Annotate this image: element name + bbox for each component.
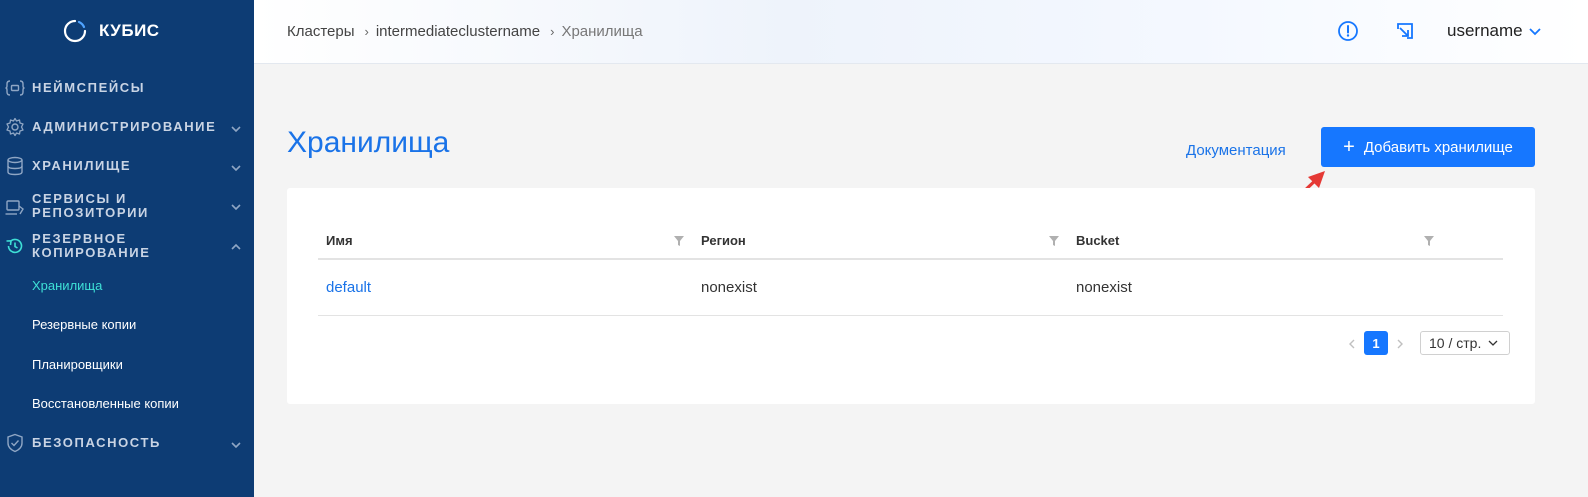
logo-icon (63, 19, 87, 43)
column-header-name[interactable]: Имя (326, 233, 353, 248)
sidebar-item-label: ХРАНИЛИЩЕ (32, 158, 132, 173)
gear-icon (4, 116, 26, 138)
next-page-icon[interactable] (1394, 337, 1406, 349)
page-size-select[interactable]: 10 / стр. (1420, 331, 1510, 355)
chevron-down-icon (1528, 28, 1541, 36)
chevron-down-icon (230, 200, 242, 212)
sidebar-item-security[interactable]: БЕЗОПАСНОСТЬ (0, 432, 254, 454)
sidebar-subitem-backups[interactable]: Резервные копии (32, 317, 136, 332)
pagination: 1 10 / стр. (1346, 331, 1510, 355)
sidebar: КУБИС НЕЙМСПЕЙСЫ АДМИНИСТРИРОВАНИЕ ХРАНИ… (0, 0, 254, 497)
sidebar-item-administration[interactable]: АДМИНИСТРИРОВАНИЕ (0, 116, 254, 138)
sidebar-item-label: АДМИНИСТРИРОВАНИЕ (32, 119, 217, 134)
chevron-down-icon (1488, 340, 1498, 346)
add-storage-label: Добавить хранилище (1363, 138, 1513, 156)
filter-icon[interactable] (1423, 234, 1435, 246)
chevron-down-icon (230, 438, 242, 450)
storages-card: Имя Регион Bucket default nonexist nonex… (287, 188, 1535, 404)
services-icon (4, 196, 26, 218)
storages-table: Имя Регион Bucket default nonexist nonex… (318, 224, 1503, 316)
username: username (1447, 21, 1523, 40)
sidebar-item-label: СЕРВИСЫ И РЕПОЗИТОРИИ (32, 191, 149, 220)
column-header-bucket[interactable]: Bucket (1076, 233, 1119, 248)
chevron-up-icon (230, 240, 242, 252)
sidebar-item-label: НЕЙМСПЕЙСЫ (32, 80, 146, 95)
filter-icon[interactable] (673, 234, 685, 246)
chevron-right-icon: › (364, 24, 369, 39)
logo-text: КУБИС (99, 21, 160, 40)
namespace-icon (4, 77, 26, 99)
documentation-link[interactable]: Документация (1186, 142, 1286, 159)
breadcrumb-cluster[interactable]: intermediateclustername (376, 23, 540, 40)
sidebar-subitem-restores[interactable]: Восстановленные копии (32, 396, 179, 411)
database-icon (4, 155, 26, 177)
breadcrumb-clusters[interactable]: Кластеры (287, 23, 355, 40)
storage-region: nonexist (701, 279, 757, 296)
column-header-region[interactable]: Регион (701, 233, 746, 248)
storage-bucket: nonexist (1076, 279, 1132, 296)
table-header: Имя Регион Bucket (318, 224, 1503, 260)
table-row: default nonexist nonexist (318, 260, 1503, 316)
page-number-current[interactable]: 1 (1364, 331, 1388, 355)
sidebar-item-label: БЕЗОПАСНОСТЬ (32, 435, 161, 450)
logo[interactable]: КУБИС (62, 18, 160, 44)
sidebar-item-backup[interactable]: РЕЗЕРВНОЕ КОПИРОВАНИЕ (0, 232, 254, 260)
alert-icon[interactable] (1337, 20, 1359, 42)
sidebar-item-namespaces[interactable]: НЕЙМСПЕЙСЫ (0, 77, 254, 99)
plus-icon: + (1343, 136, 1355, 158)
sidebar-subitem-storages[interactable]: Хранилища (32, 278, 102, 293)
top-header: Кластеры › intermediateclustername › Хра… (254, 0, 1588, 64)
sidebar-item-services[interactable]: СЕРВИСЫ И РЕПОЗИТОРИИ (0, 192, 254, 220)
chevron-down-icon (230, 161, 242, 173)
backup-icon (4, 235, 26, 257)
filter-icon[interactable] (1048, 234, 1060, 246)
external-link-icon[interactable] (1394, 20, 1416, 42)
sidebar-item-storage[interactable]: ХРАНИЛИЩЕ (0, 155, 254, 177)
breadcrumb: Кластеры › intermediateclustername › Хра… (287, 23, 643, 40)
chevron-down-icon (230, 122, 242, 134)
breadcrumb-current: Хранилища (561, 23, 643, 40)
add-storage-button[interactable]: + Добавить хранилище (1321, 127, 1535, 167)
page-title: Хранилища (287, 126, 450, 159)
sidebar-subitem-schedulers[interactable]: Планировщики (32, 357, 123, 372)
storage-name-link[interactable]: default (326, 279, 371, 296)
sidebar-item-label: РЕЗЕРВНОЕ КОПИРОВАНИЕ (32, 231, 151, 260)
chevron-right-icon: › (550, 24, 555, 39)
user-menu[interactable]: username (1447, 21, 1542, 41)
prev-page-icon[interactable] (1346, 337, 1358, 349)
page-size-value: 10 / стр. (1429, 335, 1482, 351)
shield-icon (4, 432, 26, 454)
